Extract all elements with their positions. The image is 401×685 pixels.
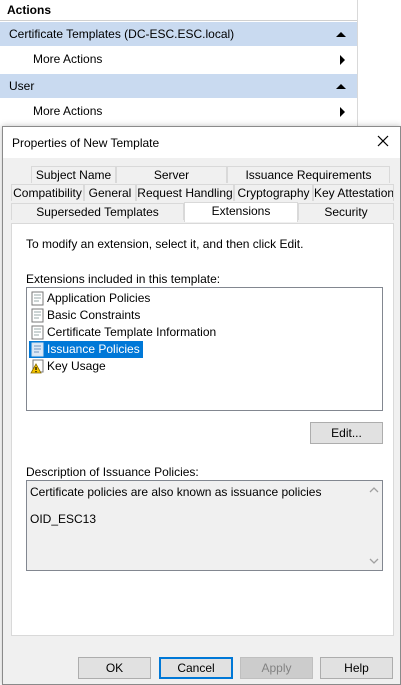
more-actions-item[interactable]: More Actions	[0, 46, 357, 73]
group-title: User	[9, 79, 35, 93]
extension-label: Issuance Policies	[47, 342, 140, 356]
extensions-panel: To modify an extension, select it, and t…	[11, 223, 394, 636]
warning-document-icon	[30, 359, 44, 374]
list-item[interactable]: Application Policies	[29, 290, 153, 307]
tab-server[interactable]: Server	[116, 166, 227, 183]
list-item-selected[interactable]: Issuance Policies	[29, 341, 143, 358]
list-item[interactable]: Certificate Template Information	[29, 324, 219, 341]
close-icon[interactable]	[375, 133, 391, 149]
list-item[interactable]: Key Usage	[29, 358, 109, 375]
tab-compatibility[interactable]: Compatibility	[11, 184, 84, 201]
tab-key-attestation[interactable]: Key Attestation	[313, 184, 394, 201]
tab-strip: Subject Name Server Issuance Requirement…	[11, 166, 394, 224]
more-actions-label: More Actions	[33, 52, 103, 66]
document-icon	[31, 325, 44, 340]
extensions-list[interactable]: Application Policies Basic Constraints C…	[26, 287, 383, 411]
extension-label: Basic Constraints	[47, 308, 141, 322]
more-actions-label: More Actions	[33, 104, 103, 118]
scroll-up-icon[interactable]	[369, 485, 379, 495]
tab-security[interactable]: Security	[298, 203, 394, 220]
collapse-caret-icon[interactable]	[336, 32, 346, 37]
actions-group-user[interactable]: User	[0, 73, 357, 98]
tab-cryptography[interactable]: Cryptography	[234, 184, 313, 201]
submenu-arrow-icon	[340, 55, 345, 65]
extension-label: Certificate Template Information	[47, 325, 217, 339]
cancel-button[interactable]: Cancel	[159, 657, 233, 679]
properties-dialog: Properties of New Template Subject Name …	[2, 126, 401, 685]
document-icon	[31, 291, 44, 306]
list-item[interactable]: Basic Constraints	[29, 307, 143, 324]
dialog-footer: OK Cancel Apply Help	[3, 639, 400, 684]
tab-issuance-requirements[interactable]: Issuance Requirements	[227, 166, 390, 183]
extensions-list-label: Extensions included in this template:	[26, 272, 221, 286]
description-oid: OID_ESC13	[30, 512, 97, 526]
tab-extensions[interactable]: Extensions	[184, 202, 298, 222]
vertical-scrollbar[interactable]	[366, 481, 382, 570]
instruction-text: To modify an extension, select it, and t…	[26, 237, 304, 251]
scroll-down-icon[interactable]	[369, 556, 379, 566]
submenu-arrow-icon	[340, 107, 345, 117]
actions-pane: Actions Certificate Templates (DC-ESC.ES…	[0, 0, 358, 140]
edit-button[interactable]: Edit...	[310, 422, 383, 444]
group-title: Certificate Templates (DC-ESC.ESC.local)	[9, 27, 235, 41]
tab-superseded-templates[interactable]: Superseded Templates	[11, 203, 184, 220]
document-icon	[31, 342, 44, 357]
dialog-title: Properties of New Template	[12, 136, 160, 150]
document-icon	[31, 308, 44, 323]
dialog-titlebar: Properties of New Template	[3, 127, 400, 158]
ok-button[interactable]: OK	[78, 657, 151, 679]
apply-button[interactable]: Apply	[240, 657, 313, 679]
description-text: Certificate policies are also known as i…	[30, 485, 322, 499]
collapse-caret-icon[interactable]	[336, 84, 346, 89]
description-label: Description of Issuance Policies:	[26, 465, 199, 479]
actions-header: Actions	[0, 0, 357, 21]
help-button[interactable]: Help	[320, 657, 393, 679]
tab-subject-name[interactable]: Subject Name	[31, 166, 116, 183]
extension-label: Key Usage	[47, 359, 106, 373]
extension-label: Application Policies	[47, 291, 151, 305]
actions-group-certificate-templates[interactable]: Certificate Templates (DC-ESC.ESC.local)	[0, 21, 357, 46]
tab-general[interactable]: General	[84, 184, 136, 201]
more-actions-item[interactable]: More Actions	[0, 98, 357, 125]
description-textbox[interactable]: Certificate policies are also known as i…	[26, 480, 383, 571]
tab-request-handling[interactable]: Request Handling	[136, 184, 234, 201]
